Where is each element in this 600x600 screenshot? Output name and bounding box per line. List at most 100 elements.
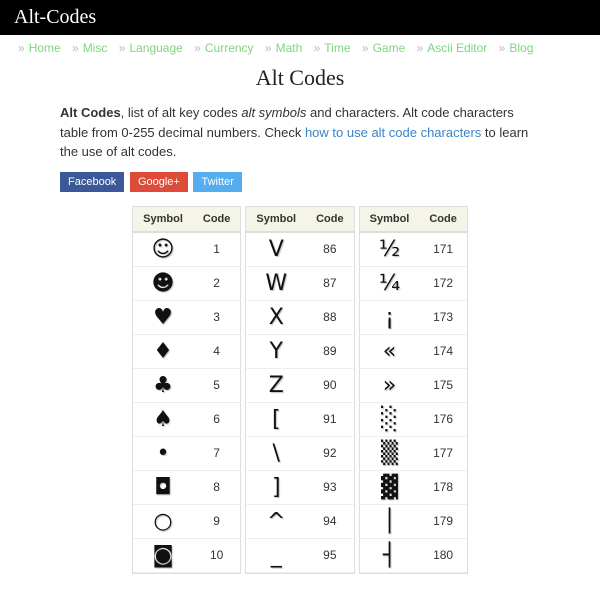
symbol-cell: \ <box>246 436 306 470</box>
table-row: [91 <box>246 402 353 436</box>
twitter-button[interactable]: Twitter <box>193 172 241 192</box>
table-row: ☻2 <box>133 266 240 300</box>
table-row: ◘8 <box>133 470 240 504</box>
table-row: «174 <box>360 334 467 368</box>
table-col-1: Symbol Code ☺1☻2♥3♦4♣5♠6•7◘8○9◙10 <box>132 206 241 574</box>
table-col-2: Symbol Code V86W87X88Y89Z90[91\92]93^94_… <box>245 206 354 574</box>
table-row: W87 <box>246 266 353 300</box>
symbol-cell: ^ <box>246 504 306 538</box>
page-title: Alt Codes <box>60 65 540 91</box>
code-cell: 10 <box>193 538 241 572</box>
code-cell: 4 <box>193 334 241 368</box>
intro-italic: alt symbols <box>241 105 306 120</box>
symbol-cell: ┤ <box>360 538 420 572</box>
symbol-cell: ] <box>246 470 306 504</box>
table-row: ░176 <box>360 402 467 436</box>
table-row: X88 <box>246 300 353 334</box>
table-row: V86 <box>246 232 353 267</box>
code-cell: 92 <box>306 436 354 470</box>
symbol-cell: ♦ <box>133 334 193 368</box>
code-cell: 6 <box>193 402 241 436</box>
nav-ascii[interactable]: Ascii Editor <box>427 41 487 55</box>
table-row: ▒177 <box>360 436 467 470</box>
symbol-cell: ♣ <box>133 368 193 402</box>
nav-misc[interactable]: Misc <box>83 41 108 55</box>
table-row: \92 <box>246 436 353 470</box>
breadcrumb-nav: »Home »Misc »Language »Currency »Math »T… <box>0 35 600 61</box>
table-row: ♣5 <box>133 368 240 402</box>
code-cell: 177 <box>419 436 467 470</box>
code-cell: 173 <box>419 300 467 334</box>
symbol-cell: » <box>360 368 420 402</box>
symbol-cell: ♠ <box>133 402 193 436</box>
code-cell: 91 <box>306 402 354 436</box>
facebook-button[interactable]: Facebook <box>60 172 124 192</box>
table-row: _95 <box>246 538 353 572</box>
table-row: ♠6 <box>133 402 240 436</box>
symbol-cell: ¡ <box>360 300 420 334</box>
table-row: ]93 <box>246 470 353 504</box>
nav-home[interactable]: Home <box>29 41 61 55</box>
symbol-cell: Z <box>246 368 306 402</box>
table-row: ◙10 <box>133 538 240 572</box>
code-cell: 174 <box>419 334 467 368</box>
table-col-3: Symbol Code ½171¼172¡173«174»175░176▒177… <box>359 206 468 574</box>
nav-time[interactable]: Time <box>324 41 350 55</box>
symbol-cell: ▒ <box>360 436 420 470</box>
code-cell: 2 <box>193 266 241 300</box>
intro-paragraph: Alt Codes, list of alt key codes alt sym… <box>60 103 540 162</box>
howto-link[interactable]: how to use alt code characters <box>305 125 481 140</box>
table-row: ¡173 <box>360 300 467 334</box>
code-cell: 1 <box>193 232 241 267</box>
symbol-cell: ☺ <box>133 232 193 267</box>
social-buttons: Facebook Google+ Twitter <box>60 172 540 192</box>
code-cell: 172 <box>419 266 467 300</box>
table-row: ▓178 <box>360 470 467 504</box>
code-cell: 7 <box>193 436 241 470</box>
symbol-cell: │ <box>360 504 420 538</box>
table-row: ♥3 <box>133 300 240 334</box>
symbol-cell: ░ <box>360 402 420 436</box>
code-cell: 95 <box>306 538 354 572</box>
code-cell: 8 <box>193 470 241 504</box>
code-cell: 86 <box>306 232 354 267</box>
header-code: Code <box>419 207 467 232</box>
nav-language[interactable]: Language <box>129 41 182 55</box>
table-row: Y89 <box>246 334 353 368</box>
header-code: Code <box>193 207 241 232</box>
header-symbol: Symbol <box>246 207 306 232</box>
symbol-cell: ½ <box>360 232 420 267</box>
table-row: ☺1 <box>133 232 240 267</box>
table-row: •7 <box>133 436 240 470</box>
symbol-cell: ¼ <box>360 266 420 300</box>
code-cell: 3 <box>193 300 241 334</box>
table-row: Z90 <box>246 368 353 402</box>
table-row: │179 <box>360 504 467 538</box>
intro-bold: Alt Codes <box>60 105 121 120</box>
symbol-cell: ☻ <box>133 266 193 300</box>
table-row: ○9 <box>133 504 240 538</box>
symbol-cell: ○ <box>133 504 193 538</box>
code-cell: 171 <box>419 232 467 267</box>
nav-math[interactable]: Math <box>276 41 303 55</box>
table-row: ½171 <box>360 232 467 267</box>
symbol-cell: • <box>133 436 193 470</box>
code-cell: 94 <box>306 504 354 538</box>
table-row: ^94 <box>246 504 353 538</box>
alt-code-tables: Symbol Code ☺1☻2♥3♦4♣5♠6•7◘8○9◙10 Symbol… <box>60 206 540 574</box>
nav-game[interactable]: Game <box>373 41 406 55</box>
code-cell: 175 <box>419 368 467 402</box>
nav-currency[interactable]: Currency <box>205 41 254 55</box>
code-cell: 89 <box>306 334 354 368</box>
code-cell: 9 <box>193 504 241 538</box>
header-symbol: Symbol <box>360 207 420 232</box>
code-cell: 179 <box>419 504 467 538</box>
header-symbol: Symbol <box>133 207 193 232</box>
symbol-cell: [ <box>246 402 306 436</box>
googleplus-button[interactable]: Google+ <box>130 172 188 192</box>
symbol-cell: ▓ <box>360 470 420 504</box>
symbol-cell: Y <box>246 334 306 368</box>
symbol-cell: ◘ <box>133 470 193 504</box>
nav-blog[interactable]: Blog <box>509 41 533 55</box>
code-cell: 178 <box>419 470 467 504</box>
